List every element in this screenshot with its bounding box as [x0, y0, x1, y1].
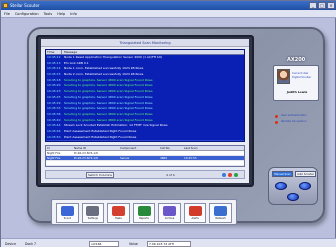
table-cell — [120, 161, 160, 165]
alert-status-icon — [228, 173, 232, 177]
footer-field-1[interactable]: xxt166 — [89, 241, 119, 247]
avatar — [277, 69, 290, 84]
app-window: Stellar Scouter _ □ × File Configuration… — [0, 0, 336, 247]
component-grid[interactable]: Cl Name ID Component Cat No. Last Scan N… — [45, 145, 245, 167]
footer-field-2[interactable]: 7.06.103.74 ATH — [147, 241, 191, 247]
navigation-pad: Manual Scan Auto Scouter — [268, 167, 318, 205]
footer-label-device: Device — [5, 242, 16, 246]
archive-icon — [163, 206, 177, 216]
close-button[interactable]: × — [327, 2, 335, 9]
event-log[interactable]: Time Message 10:45:12 Node 1 Reset Applic… — [45, 49, 245, 142]
minimize-button[interactable]: _ — [309, 2, 317, 9]
toolbar-button-reports[interactable]: Reports — [132, 203, 156, 223]
user-card[interactable]: Current User Digital Scouter Judith Lewi… — [273, 65, 319, 101]
toolbar-label: Network — [215, 217, 226, 220]
table-cell — [184, 161, 244, 165]
table-cell — [74, 161, 120, 165]
tasks-icon — [111, 206, 125, 216]
page-indicator: 4 of 4 — [166, 173, 175, 177]
auto-scouter-button[interactable]: Auto Scouter — [295, 171, 316, 177]
table-cell — [184, 151, 244, 155]
device-model-label: AX200 — [287, 57, 306, 63]
table-cell: Night Fire — [47, 151, 61, 155]
link-bullet-icon — [275, 115, 278, 118]
log-rows: 10:45:12 Node 1 Reset Application Triangu… — [46, 55, 244, 141]
toolbar-label: Archive — [164, 217, 175, 220]
network-icon — [214, 206, 228, 216]
grid-rows: Night Fire Pr-26-23-N74-1/6 Night Fire Pr-2… — [46, 151, 244, 166]
footer-status-bar: Device Dock 7 xxt166 Value 7.06.103.74 A… — [1, 238, 336, 247]
table-cell: Pr-26-23-N74-1/6 — [74, 151, 98, 155]
settings-icon — [86, 206, 100, 216]
toolbar-label: Settings — [87, 217, 98, 220]
log-message: Scouting to graphics. Sensor 4800 scan S… — [62, 140, 153, 141]
table-cell: 10:45:53 — [184, 156, 197, 160]
scout-icon — [60, 206, 74, 216]
table-cell: 4800 — [160, 156, 168, 160]
user-name: Judith Lewis — [286, 90, 308, 94]
table-cell — [160, 161, 184, 165]
menu-configuration[interactable]: Configuration — [15, 10, 39, 17]
table-cell: Sensor — [120, 156, 130, 160]
user-role-line1: Current User — [292, 72, 309, 75]
center-round-button[interactable] — [287, 193, 299, 201]
toolbar-label: Reports — [139, 217, 149, 220]
alerts-icon — [188, 206, 202, 216]
toolbar-button-scout[interactable]: Scout — [56, 203, 79, 223]
log-col-time[interactable]: Time — [46, 50, 62, 54]
grid-col-lastscan[interactable]: Last Scan — [184, 146, 244, 150]
reports-icon — [137, 206, 151, 216]
table-cell: Night Fire — [47, 156, 61, 160]
menu-info[interactable]: Info — [70, 10, 77, 17]
log-col-message[interactable]: Message — [62, 50, 77, 54]
table-cell — [46, 161, 74, 165]
screen-header: Triangulated Scan Monitoring — [41, 39, 249, 47]
log-row[interactable]: 10:45:53Scouting to graphics. Sensor 480… — [46, 140, 244, 141]
maximize-button[interactable]: □ — [318, 2, 326, 9]
footer-value-device: Dock 7 — [25, 242, 37, 246]
toolbar-button-tasks[interactable]: Tasks — [107, 203, 130, 223]
table-row[interactable] — [46, 161, 244, 166]
title-bar: Stellar Scouter _ □ × — [1, 1, 336, 10]
menu-bar: File Configuration Tools Help Info — [1, 10, 336, 18]
power-status-icon — [234, 173, 238, 177]
switch-columns-button[interactable]: Switch Columns — [86, 172, 114, 178]
window-title: Stellar Scouter — [10, 3, 40, 8]
toolbar-label: Alerts — [191, 217, 199, 220]
bottom-toolbar: Scout Settings Tasks Reports Archive Alerts Ne… — [51, 199, 237, 225]
toolbar-label: Tasks — [115, 217, 122, 220]
menu-help[interactable]: Help — [57, 10, 65, 17]
footer-label-value: Value — [129, 242, 138, 246]
link-bullet-icon — [275, 121, 278, 124]
right-round-button[interactable] — [299, 182, 311, 190]
toolbar-button-settings[interactable]: Settings — [81, 203, 105, 223]
toolbar-label: Scout — [63, 217, 71, 220]
table-cell — [120, 151, 160, 155]
grid-col-component[interactable]: Component — [120, 146, 160, 150]
table-cell: Pr-26-23-N74-1/6 — [74, 156, 98, 160]
app-icon — [3, 3, 8, 8]
user-authentication-link[interactable]: User Authentication — [281, 114, 307, 117]
grid-col-catno[interactable]: Cat No. — [160, 146, 184, 150]
manual-scan-button[interactable]: Manual Scan — [272, 171, 293, 177]
window-controls: _ □ × — [309, 2, 335, 9]
toolbar-button-archive[interactable]: Archive — [158, 203, 181, 223]
device-screen: Triangulated Scan Monitoring Time Messag… — [41, 39, 249, 183]
remote-connection-link[interactable]: Remote Connection — [281, 120, 307, 123]
left-round-button[interactable] — [275, 182, 287, 190]
menu-tools[interactable]: Tools — [44, 10, 53, 17]
menu-file[interactable]: File — [4, 10, 10, 17]
network-status-icon — [222, 173, 226, 177]
table-cell — [160, 151, 184, 155]
toolbar-button-alerts[interactable]: Alerts — [183, 203, 207, 223]
grid-col-name[interactable]: Name ID — [74, 146, 120, 150]
log-time: 10:45:53 — [46, 140, 62, 141]
screen-status-bar: Switch Columns 4 of 4 — [45, 170, 245, 179]
user-role-line2: Digital Scouter — [292, 76, 312, 79]
grid-col-cl[interactable]: Cl — [46, 146, 74, 150]
toolbar-button-network[interactable]: Network — [209, 203, 233, 223]
